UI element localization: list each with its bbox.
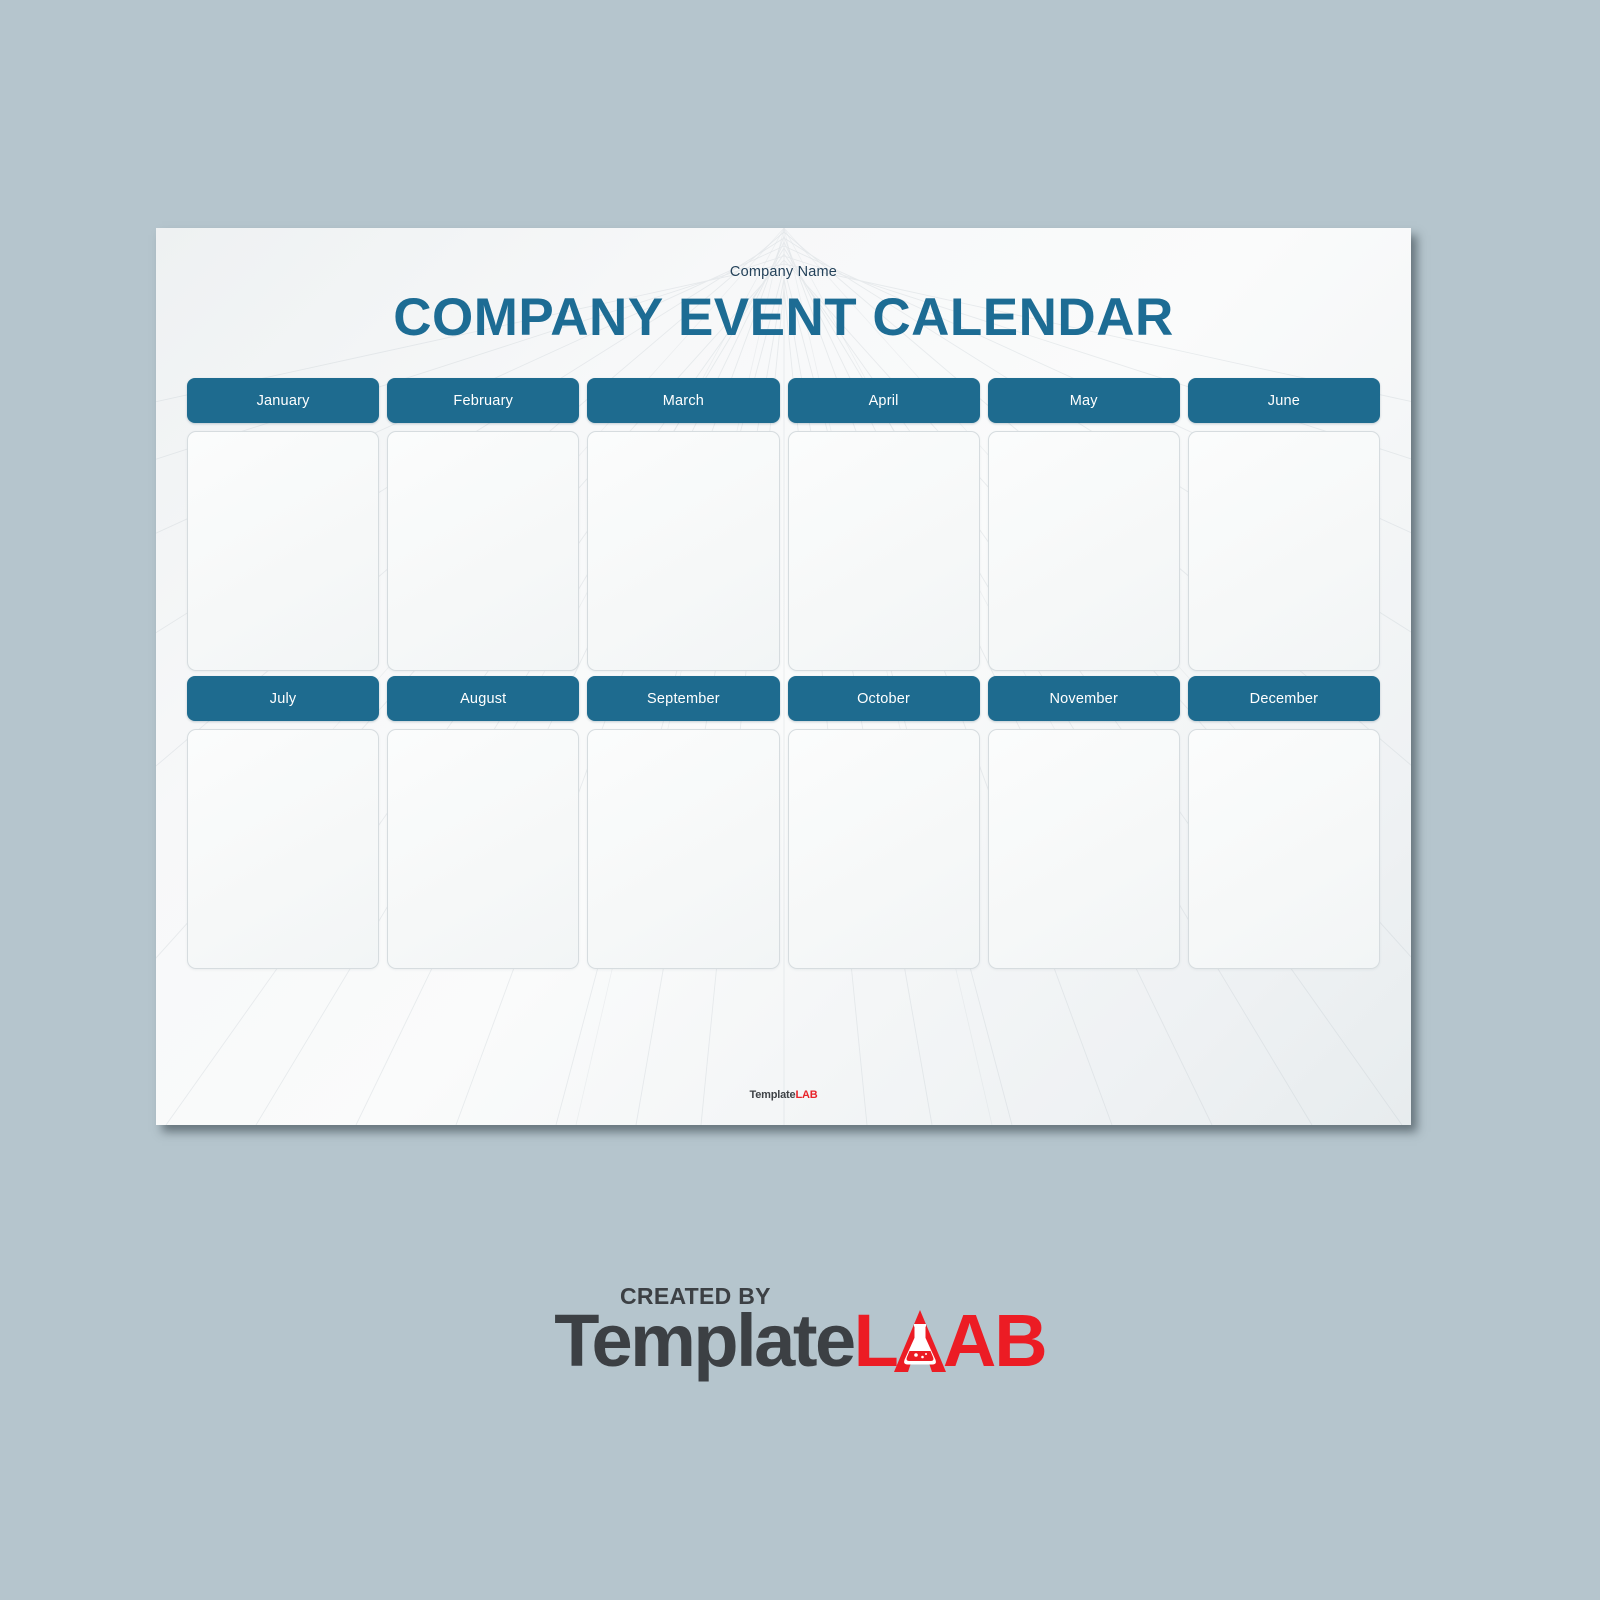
month-header-february[interactable]: February xyxy=(387,378,580,423)
month-cell-october[interactable] xyxy=(787,729,980,969)
month-header-march[interactable]: March xyxy=(587,378,780,423)
wordmark-l-text: L xyxy=(853,1299,899,1382)
templatelab-wordmark: Template L AB xyxy=(0,1304,1600,1378)
month-cell-july[interactable] xyxy=(187,729,380,969)
month-header-july[interactable]: July xyxy=(187,676,380,721)
month-cell-august[interactable] xyxy=(387,729,580,969)
month-cell-march[interactable] xyxy=(587,431,780,671)
month-cell-april[interactable] xyxy=(787,431,980,671)
sheet-footer-logo: TemplateLAB xyxy=(156,1089,1411,1101)
month-header-november[interactable]: November xyxy=(987,676,1180,721)
month-header-october[interactable]: October xyxy=(787,676,980,721)
month-column-february: February xyxy=(387,378,580,671)
month-cell-february[interactable] xyxy=(387,431,580,671)
month-column-march: March xyxy=(587,378,780,671)
month-column-may: May xyxy=(987,378,1180,671)
month-column-august: August xyxy=(387,676,580,969)
calendar-header: Company Name COMPANY EVENT CALENDAR xyxy=(156,228,1411,346)
month-column-april: April xyxy=(787,378,980,671)
month-header-january[interactable]: January xyxy=(187,378,380,423)
calendar-page-sheet: Company Name COMPANY EVENT CALENDAR Janu… xyxy=(156,228,1411,1125)
company-name-label[interactable]: Company Name xyxy=(156,264,1411,280)
month-row-second-half: July August September October November D… xyxy=(187,676,1380,969)
month-cell-november[interactable] xyxy=(987,729,1180,969)
month-column-june: June xyxy=(1187,378,1380,671)
month-column-july: July xyxy=(187,676,380,969)
sheet-footer-template-text: Template xyxy=(749,1089,796,1101)
month-cell-june[interactable] xyxy=(1187,431,1380,671)
month-column-january: January xyxy=(187,378,380,671)
month-cell-september[interactable] xyxy=(587,729,780,969)
month-column-september: September xyxy=(587,676,780,969)
month-header-april[interactable]: April xyxy=(787,378,980,423)
month-header-december[interactable]: December xyxy=(1187,676,1380,721)
month-cell-december[interactable] xyxy=(1187,729,1380,969)
month-row-first-half: January February March April May June xyxy=(187,378,1380,671)
month-cell-january[interactable] xyxy=(187,431,380,671)
sheet-footer-lab-text: LAB xyxy=(795,1089,818,1101)
month-cell-may[interactable] xyxy=(987,431,1180,671)
wordmark-template-text: Template xyxy=(554,1299,856,1382)
created-by-templatelab-logo: CREATED BY Template L AB xyxy=(0,1283,1600,1378)
month-column-december: December xyxy=(1187,676,1380,969)
wordmark-b-text: AB xyxy=(942,1299,1048,1382)
month-header-may[interactable]: May xyxy=(987,378,1180,423)
month-column-november: November xyxy=(987,676,1180,969)
month-header-august[interactable]: August xyxy=(387,676,580,721)
month-column-october: October xyxy=(787,676,980,969)
month-header-june[interactable]: June xyxy=(1187,378,1380,423)
flask-icon xyxy=(893,1310,946,1372)
month-header-september[interactable]: September xyxy=(587,676,780,721)
page-title: COMPANY EVENT CALENDAR xyxy=(393,288,1174,347)
